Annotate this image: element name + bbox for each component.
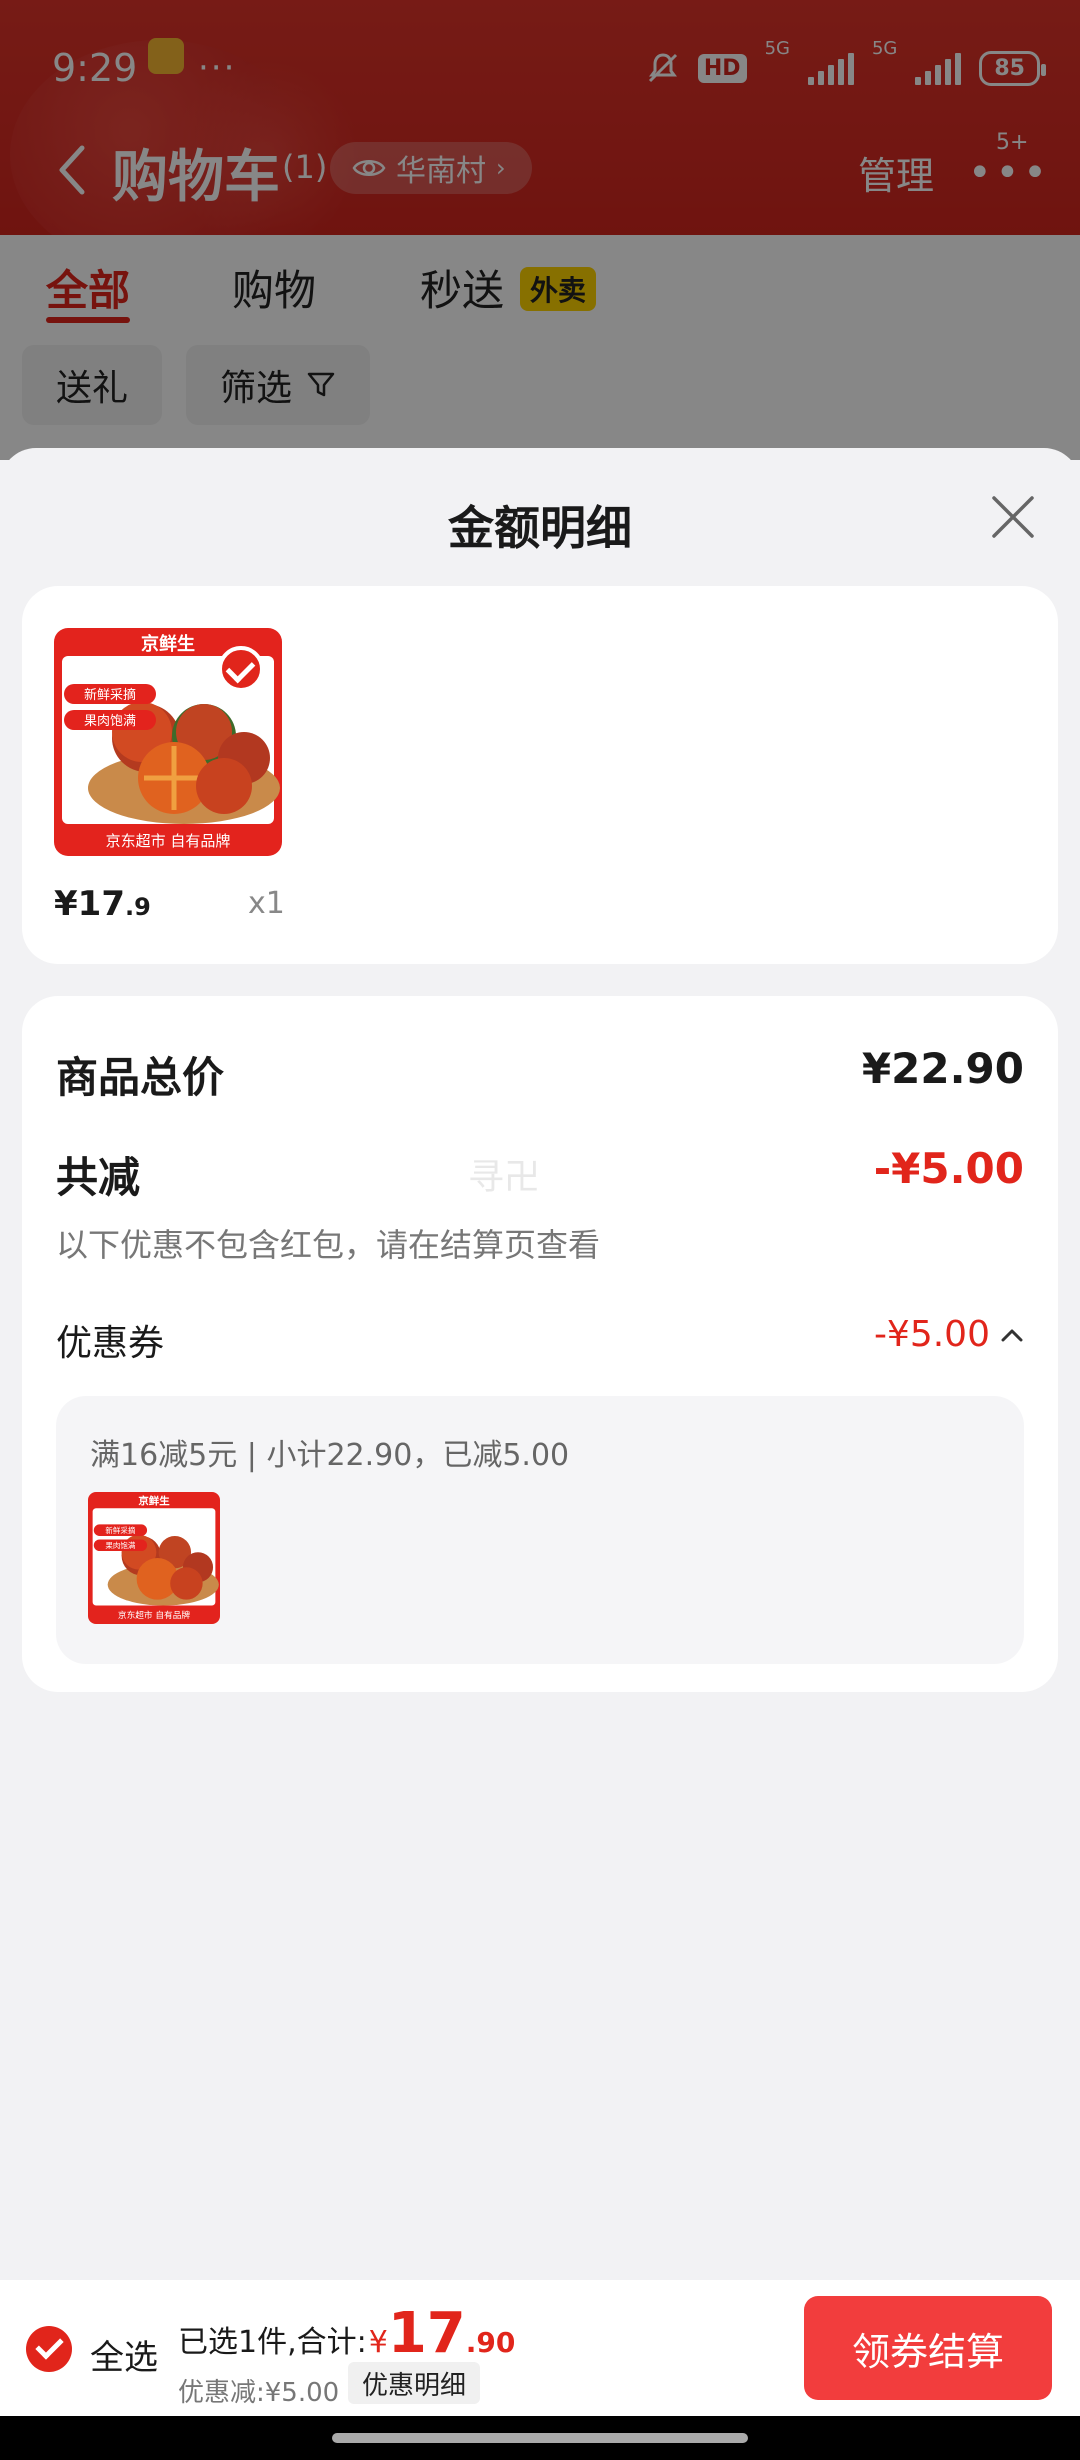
coupon-toggle[interactable]: -¥5.00 [874,1314,1024,1355]
product-tag-2: 果肉饱满 [84,714,136,729]
product-price-dec: .9 [124,893,151,921]
select-all-check-icon[interactable] [26,2326,72,2372]
product-price-int: ¥17 [54,884,125,924]
currency-symbol: ¥ [368,2325,388,2360]
discount-text: 优惠减:¥5.00 [178,2378,340,2408]
chevron-up-icon [1001,1329,1023,1341]
coupon-detail-box: 满16减5元 | 小计22.90，已减5.00 京鲜生 新鲜采摘 果肉饱满 京东… [56,1396,1024,1664]
amount-decimal: .90 [465,2326,516,2359]
product-footer: 京东超市 自有品牌 [106,832,231,850]
selected-summary: 已选1件,合计: ¥ 17 .90 [178,2301,516,2366]
checkout-button[interactable]: 领券结算 [804,2296,1052,2400]
sheet-title: 金额明细 [448,501,632,555]
discount-detail-button[interactable]: 优惠明细 [348,2362,481,2404]
checkout-bar: 全选 已选1件,合计: ¥ 17 .90 优惠减:¥5.00 优惠明细 领券结算 [0,2280,1080,2416]
coupon-label: 优惠券 [56,1323,165,1364]
product-brand: 京鲜生 [141,633,195,655]
thumb-tag-2: 果肉饱满 [105,1540,136,1550]
selected-text: 已选1件,合计: [178,2325,367,2360]
product-tag-1: 新鲜采摘 [84,687,136,703]
coupon-description: 满16减5元 | 小计22.90，已减5.00 [90,1438,570,1473]
product-card: 京鲜生 新鲜采摘 果肉饱满 京东超市 自有品牌 ¥17.9 x1 [22,586,1058,964]
product-quantity: x1 [248,886,285,921]
reduction-note: 以下优惠不包含红包，请在结算页查看 [56,1226,601,1264]
total-reduction-label: 共减 [56,1153,141,1202]
thumb-tag-1: 新鲜采摘 [105,1525,136,1535]
total-price-value: ¥22.90 [861,1044,1024,1093]
thumb-brand: 京鲜生 [138,1495,170,1508]
product-price: ¥17.9 [54,884,151,924]
product-selected-check-icon[interactable] [218,646,264,692]
close-icon[interactable] [988,492,1038,542]
tomato-thumb-image: 京鲜生 新鲜采摘 果肉饱满 京东超市 自有品牌 [88,1492,220,1624]
total-reduction-value: -¥5.00 [873,1144,1024,1193]
amount-detail-sheet: 金额明细 京鲜生 新鲜采摘 果肉饱满 京东超市 自有品牌 ¥17.9 x1 商品… [0,448,1080,2280]
coupon-product-image: 京鲜生 新鲜采摘 果肉饱满 京东超市 自有品牌 [88,1492,220,1624]
thumb-footer: 京东超市 自有品牌 [118,1609,190,1621]
total-price-label: 商品总价 [56,1053,225,1102]
modal-overlay[interactable] [0,0,1080,460]
amount-integer: 17 [387,2301,466,2366]
select-all-label[interactable]: 全选 [90,2330,158,2379]
home-indicator[interactable] [332,2433,748,2443]
watermark-text: 寻卍 [468,1157,541,1198]
price-summary-card: 商品总价 ¥22.90 共减 寻卍 -¥5.00 以下优惠不包含红包，请在结算页… [22,996,1058,1692]
coupon-value: -¥5.00 [873,1314,990,1355]
